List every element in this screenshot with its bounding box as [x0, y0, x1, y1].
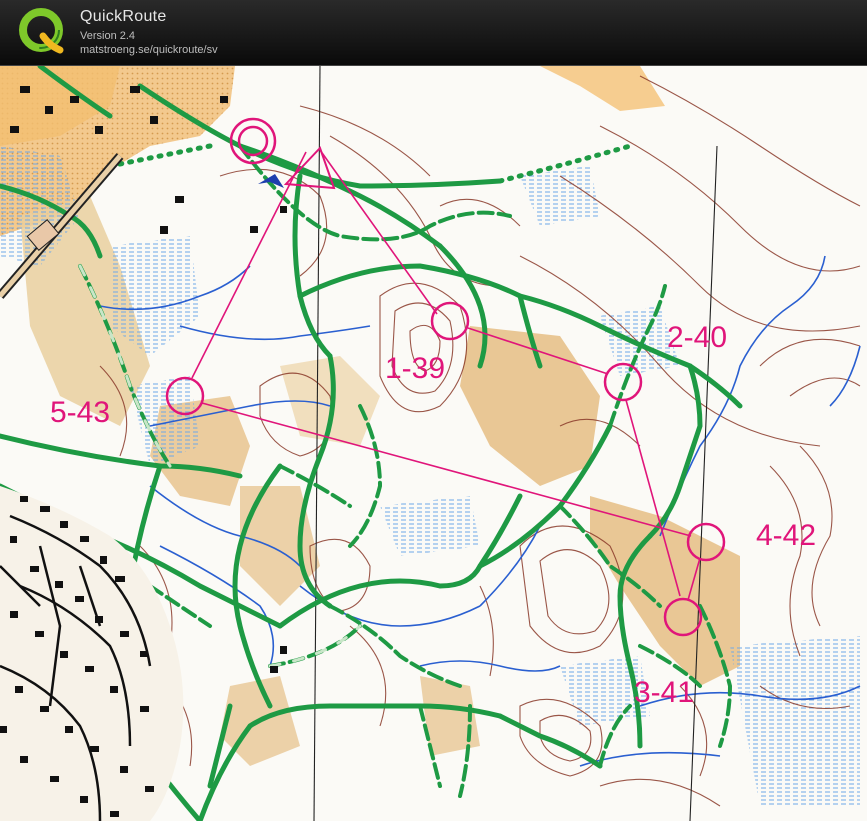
quickroute-q-logo: [19, 8, 64, 54]
control-label-3: 3-41: [634, 676, 694, 709]
control-label-2: 2-40: [667, 321, 727, 354]
app-version: Version 2.4: [80, 30, 136, 42]
app-url[interactable]: matstroeng.se/quickroute/sv: [80, 44, 218, 56]
control-label-1: 1-39: [385, 352, 445, 385]
app-title: QuickRoute: [80, 8, 167, 25]
quickroute-window: QuickRoute Version 2.4 matstroeng.se/qui…: [0, 0, 867, 821]
control-label-4: 4-42: [756, 519, 816, 552]
app-header: QuickRoute Version 2.4 matstroeng.se/qui…: [0, 0, 867, 66]
control-label-5: 5-43: [50, 396, 110, 429]
orienteering-map[interactable]: 1-39 2-40 3-41 4-42 5-43: [0, 66, 867, 821]
